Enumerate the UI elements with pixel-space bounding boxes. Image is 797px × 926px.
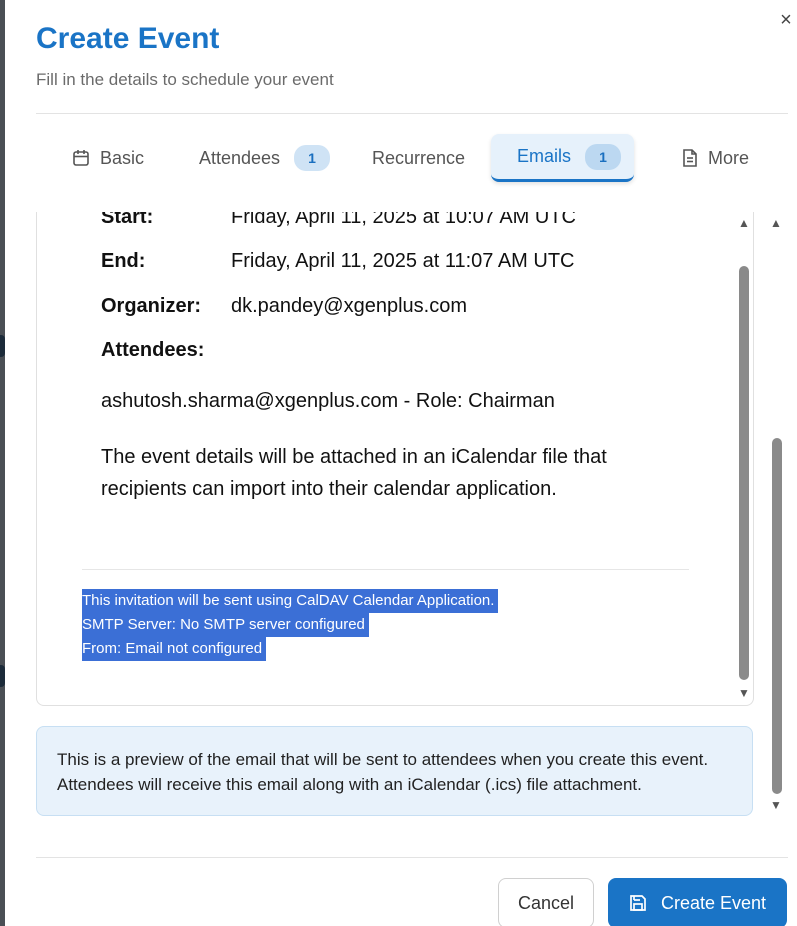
scroll-up-arrow-icon[interactable]: ▲ bbox=[769, 216, 783, 230]
tab-recurrence[interactable]: Recurrence bbox=[358, 134, 479, 182]
email-preview: Start: Friday, April 11, 2025 at 10:07 A… bbox=[36, 212, 754, 706]
tab-label: Emails bbox=[517, 146, 572, 166]
ical-note-line: recipients can import into their calenda… bbox=[101, 478, 557, 500]
end-value: Friday, April 11, 2025 at 11:07 AM UTC bbox=[231, 250, 575, 272]
calendar-icon bbox=[72, 149, 90, 167]
tab-bar: Basic Attendees 1 Recurrence Emails 1 Mo… bbox=[36, 132, 788, 184]
tab-basic[interactable]: Basic bbox=[58, 134, 158, 182]
sender-info-line: This invitation will be sent using CalDA… bbox=[82, 589, 499, 613]
background-edge bbox=[0, 0, 5, 926]
sender-info-line: SMTP Server: No SMTP server configured bbox=[82, 613, 369, 637]
attendees-label: Attendees: bbox=[101, 339, 205, 361]
info-line: Attendees will receive this email along … bbox=[57, 775, 642, 794]
tab-attendees[interactable]: Attendees 1 bbox=[185, 134, 344, 182]
dialog-subtitle: Fill in the details to schedule your eve… bbox=[36, 70, 334, 89]
count-badge: 1 bbox=[585, 143, 622, 170]
scroll-up-arrow-icon[interactable]: ▲ bbox=[737, 216, 751, 230]
sender-info: This invitation will be sent using CalDA… bbox=[82, 589, 499, 661]
create-event-label: Create Event bbox=[660, 892, 767, 913]
organizer-label: Organizer: bbox=[101, 295, 202, 317]
divider bbox=[82, 569, 689, 570]
divider bbox=[36, 857, 788, 858]
info-note: This is a preview of the email that will… bbox=[36, 726, 753, 816]
background-fragment bbox=[0, 665, 5, 687]
attendee-entry: ashutosh.sharma@xgenplus.com - Role: Cha… bbox=[101, 390, 555, 412]
tab-label: Recurrence bbox=[372, 147, 466, 168]
info-line: This is a preview of the email that will… bbox=[57, 750, 709, 769]
organizer-value: dk.pandey@xgenplus.com bbox=[231, 295, 467, 317]
end-label: End: bbox=[101, 250, 146, 272]
tab-label: Basic bbox=[100, 147, 145, 168]
tab-more[interactable]: More bbox=[668, 134, 763, 182]
tab-label: Attendees bbox=[199, 147, 281, 168]
scroll-down-arrow-icon[interactable]: ▼ bbox=[737, 686, 751, 700]
cancel-button[interactable]: Cancel bbox=[498, 878, 594, 926]
tab-label: More bbox=[708, 147, 750, 168]
scroll-down-arrow-icon[interactable]: ▼ bbox=[769, 798, 783, 812]
start-value: Friday, April 11, 2025 at 10:07 AM UTC bbox=[231, 212, 576, 228]
sender-info-line: From: Email not configured bbox=[82, 637, 267, 661]
create-event-button[interactable]: Create Event bbox=[608, 878, 787, 926]
count-badge: 1 bbox=[294, 145, 331, 171]
scrollbar-thumb[interactable] bbox=[739, 266, 749, 680]
preview-scrollbar[interactable]: ▲ ▼ bbox=[736, 212, 753, 705]
scrollbar-thumb[interactable] bbox=[772, 438, 782, 794]
dialog-title: Create Event bbox=[36, 22, 220, 55]
divider bbox=[36, 113, 788, 114]
document-icon bbox=[682, 149, 698, 167]
background-fragment bbox=[0, 335, 5, 357]
ical-note-line: The event details will be attached in an… bbox=[101, 446, 607, 468]
close-icon[interactable]: × bbox=[776, 8, 796, 32]
start-label: Start: bbox=[101, 212, 154, 228]
tab-emails[interactable]: Emails 1 bbox=[491, 134, 634, 182]
dialog-scrollbar[interactable]: ▲ ▼ bbox=[768, 214, 786, 814]
save-icon bbox=[629, 894, 647, 912]
